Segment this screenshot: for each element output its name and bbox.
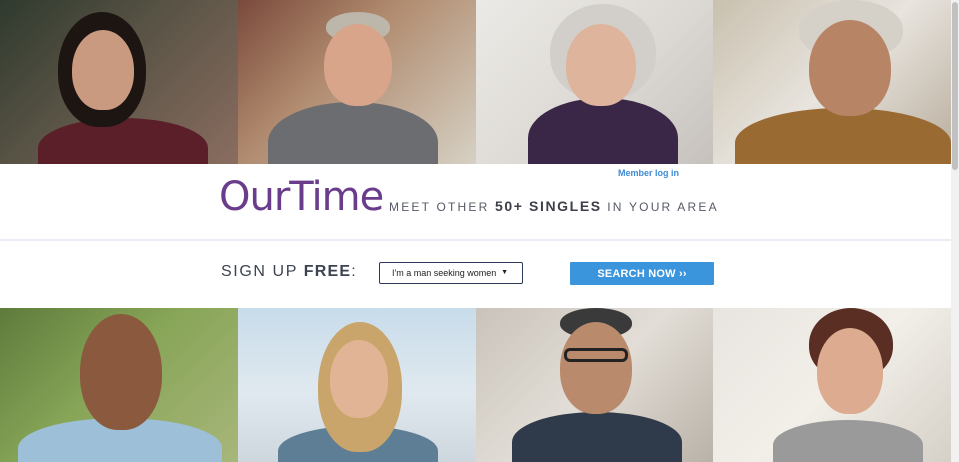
signup-label-post: : bbox=[351, 263, 358, 280]
member-photo-man-gray-sweater bbox=[237, 0, 476, 164]
member-photo-woman-silver-hair bbox=[475, 0, 714, 164]
member-photo-man-glasses bbox=[475, 308, 714, 462]
tagline: MEET OTHER 50+ SINGLES IN YOUR AREA bbox=[389, 198, 719, 214]
top-photo-row bbox=[0, 0, 951, 164]
search-now-button[interactable]: SEARCH NOW ›› bbox=[570, 262, 714, 285]
member-photo-woman-short-hair bbox=[713, 308, 951, 462]
logo-text-time: Time bbox=[289, 174, 384, 220]
logo-text-our: Our bbox=[219, 174, 290, 220]
tagline-post: IN YOUR AREA bbox=[601, 200, 719, 214]
member-photo-woman-dark-hair bbox=[0, 0, 238, 164]
signup-label-pre: SIGN UP bbox=[221, 263, 304, 280]
bottom-photo-row bbox=[0, 308, 951, 462]
member-photo-man-bald-smiling bbox=[0, 308, 238, 462]
caret-down-icon: ▼ bbox=[501, 269, 508, 276]
scrollbar-thumb[interactable] bbox=[952, 2, 958, 170]
seeking-select[interactable]: I'm a man seeking women ▼ bbox=[379, 262, 523, 284]
signup-label: SIGN UP FREE: bbox=[221, 263, 357, 281]
member-login-link[interactable]: Member log in bbox=[618, 168, 679, 178]
ourtime-logo[interactable]: Our Time bbox=[219, 174, 384, 224]
tagline-bold: 50+ SINGLES bbox=[495, 198, 602, 214]
page-scrollbar[interactable] bbox=[951, 0, 959, 462]
seeking-select-value: I'm a man seeking women bbox=[392, 268, 497, 278]
tagline-pre: MEET OTHER bbox=[389, 200, 495, 214]
member-photo-woman-blonde bbox=[237, 308, 476, 462]
signup-label-bold: FREE bbox=[303, 263, 352, 280]
member-photo-man-brown-sweater bbox=[713, 0, 951, 164]
